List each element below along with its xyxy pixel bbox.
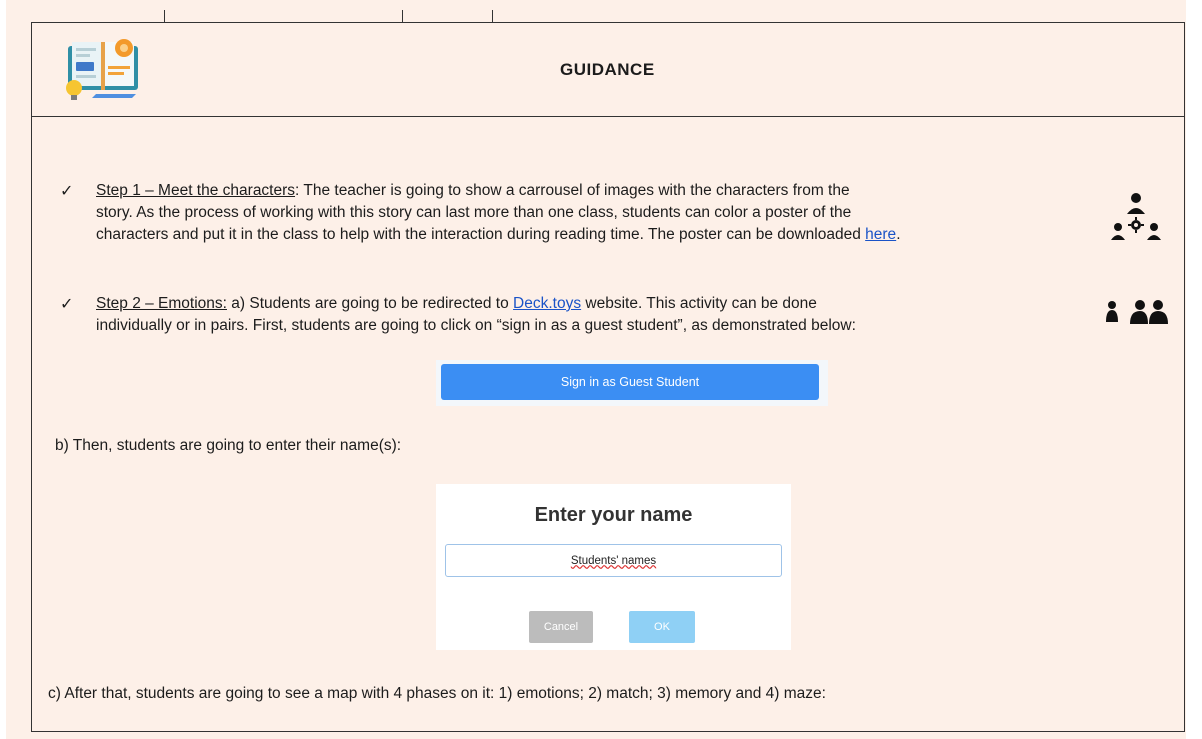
step-2-paragraph: Step 2 – Emotions: a) Students are going… <box>96 295 856 334</box>
table-top-border <box>31 22 1185 23</box>
decktoys-link[interactable]: Deck.toys <box>513 295 581 312</box>
table-column-tick <box>492 10 493 22</box>
step-2-text: individually or in pairs. First, student… <box>96 317 856 334</box>
document-page: GUIDANCE ✓ Step 1 – Meet the characters:… <box>0 0 1202 739</box>
section-title: GUIDANCE <box>560 60 655 79</box>
step-1-text: The teacher is going to show a carrousel… <box>299 182 850 199</box>
table-right-border <box>1184 22 1185 732</box>
enter-name-dialog: Enter your name Students' names Cancel O… <box>436 484 791 650</box>
poster-download-link[interactable]: here <box>865 226 896 243</box>
step-1-paragraph: Step 1 – Meet the characters: The teache… <box>96 182 901 243</box>
table-column-tick <box>164 10 165 22</box>
name-input[interactable]: Students' names <box>445 544 782 577</box>
table-left-border <box>31 22 32 732</box>
guest-signin-screenshot: Sign in as Guest Student <box>436 360 828 406</box>
table-column-tick <box>402 10 403 22</box>
table-bottom-border <box>31 731 1185 732</box>
step-1-text: characters and put it in the class to he… <box>96 226 866 243</box>
table-row-divider <box>31 116 1185 117</box>
checkmark-icon: ✓ <box>60 296 74 313</box>
left-margin <box>0 0 6 739</box>
individual-icon <box>1106 301 1118 322</box>
right-margin <box>1186 0 1202 739</box>
name-input-value: Students' names <box>570 554 657 567</box>
step-2-title: Step 2 – Emotions: <box>96 295 227 312</box>
pair-icon <box>1130 300 1168 324</box>
step-2-text: a) Students are going to be redirected t… <box>226 295 514 312</box>
checkmark-icon: ✓ <box>60 183 74 200</box>
step-b-text: b) Then, students are going to enter the… <box>55 437 402 454</box>
team-group-icon <box>1111 193 1161 240</box>
dialog-title: Enter your name <box>534 504 693 526</box>
ok-button[interactable]: OK <box>629 611 695 643</box>
step-1-title: Step 1 – Meet the characters <box>96 182 296 199</box>
step-1-text: story. As the process of working with th… <box>96 204 852 221</box>
step-c-text: c) After that, students are going to see… <box>48 685 826 702</box>
book-lightbulb-logo-icon <box>66 39 138 100</box>
cancel-button[interactable]: Cancel <box>529 611 593 643</box>
individual-and-pair-icon <box>1106 300 1168 324</box>
sign-in-guest-button[interactable]: Sign in as Guest Student <box>441 364 819 400</box>
